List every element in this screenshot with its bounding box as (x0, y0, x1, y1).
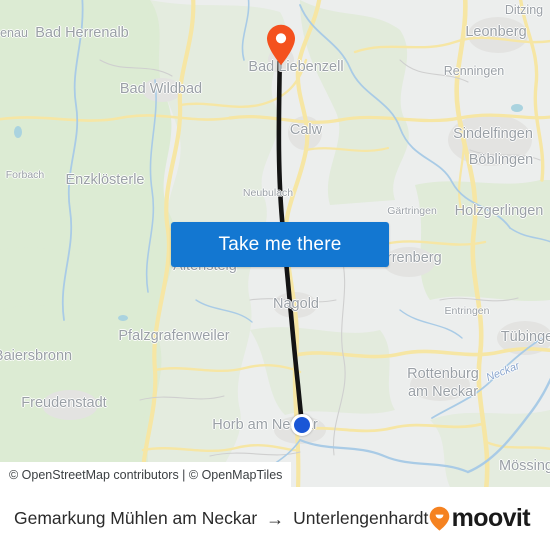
map-canvas[interactable]: enau Bad Herrenalb Ditzing Leonberg Bad Lieb… (0, 0, 550, 487)
footer-bar: Gemarkung Mühlen am Neckar → Unterlengen… (0, 487, 550, 550)
take-me-there-button[interactable]: Take me there (171, 222, 389, 267)
moovit-wordmark: moovit (451, 504, 531, 532)
arrow-right-icon: → (266, 508, 285, 529)
attribution-text: © OpenStreetMap contributors | © OpenMap… (9, 467, 283, 482)
moovit-logo[interactable]: moovit (429, 504, 536, 533)
origin-dot[interactable] (291, 414, 313, 436)
map-attribution[interactable]: © OpenStreetMap contributors | © OpenMap… (0, 462, 292, 487)
moovit-route-screen: enau Bad Herrenalb Ditzing Leonberg Bad Lieb… (0, 0, 550, 550)
route-summary: Gemarkung Mühlen am Neckar → Unterlengen… (14, 508, 429, 529)
origin-label: Gemarkung Mühlen am Neckar (14, 508, 258, 528)
destination-pin[interactable] (266, 24, 296, 66)
destination-label: Unterlengenhardt (293, 508, 429, 528)
moovit-pin-icon (429, 506, 450, 531)
